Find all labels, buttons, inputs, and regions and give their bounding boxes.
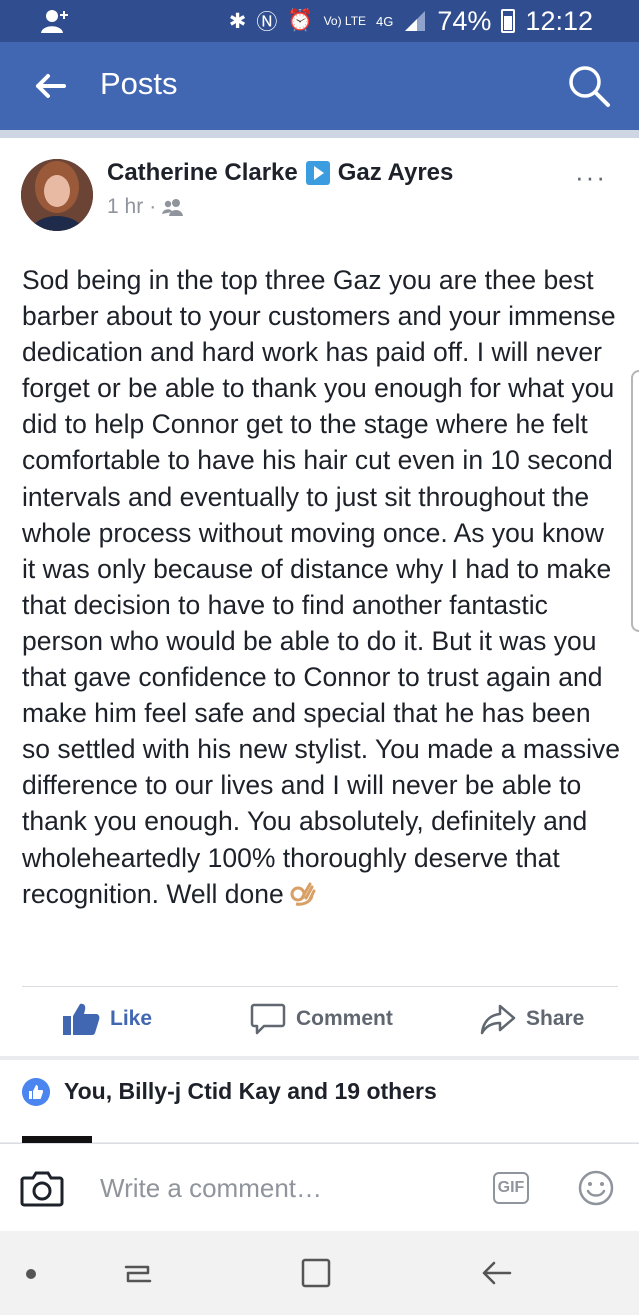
post-text: Sod being in the top three Gaz you are t… (22, 262, 622, 912)
page-title: Posts (100, 66, 178, 101)
home-icon[interactable] (300, 1257, 332, 1289)
search-icon[interactable] (565, 62, 613, 110)
more-options-button[interactable]: ··· (575, 162, 607, 193)
like-button[interactable]: Like (62, 1002, 152, 1036)
share-button[interactable]: Share (480, 1002, 584, 1036)
system-back-icon[interactable] (478, 1255, 514, 1291)
bluetooth-icon: ✱ (228, 9, 247, 33)
like-reaction-icon (22, 1078, 50, 1106)
friends-audience-icon (162, 199, 184, 216)
clock: 12:12 (525, 5, 593, 36)
like-label: Like (110, 1007, 153, 1030)
share-label: Share (526, 1007, 585, 1030)
battery-percent: 74% (437, 5, 492, 36)
back-arrow-icon[interactable] (28, 64, 72, 108)
volte-icon: Vo) LTE (323, 14, 367, 28)
add-user-icon (41, 10, 68, 33)
thumbs-up-icon (63, 1003, 100, 1035)
system-navigation-bar (0, 1231, 639, 1315)
edge-panel-handle[interactable] (631, 370, 639, 632)
recent-apps-icon[interactable] (120, 1255, 156, 1291)
avatar[interactable] (21, 159, 93, 231)
camera-icon[interactable] (20, 1168, 64, 1208)
app-header: Posts (0, 42, 639, 130)
signal-icon (405, 11, 426, 31)
assistant-dot-icon[interactable] (26, 1269, 36, 1279)
comment-input[interactable] (100, 1168, 460, 1208)
recipient-name[interactable]: Gaz Ayres (338, 159, 454, 187)
alarm-icon: ⏰ (287, 9, 314, 32)
network-icon: 4G (376, 13, 394, 29)
status-icons: ✱ Ⓝ ⏰ Vo) LTE 4G 74% 12:12 (229, 0, 593, 42)
battery-icon (501, 9, 516, 33)
post-author-line: Catherine Clarke Gaz Ayres (107, 159, 453, 187)
post-meta: 1 hr · (107, 195, 184, 219)
reactions-row[interactable]: You, Billy-j Ctid Kay and 19 others (0, 1060, 639, 1144)
reactions-summary: You, Billy-j Ctid Kay and 19 others (64, 1078, 437, 1104)
actions-divider (22, 986, 618, 987)
meta-separator: · (149, 195, 157, 218)
comment-bubble-icon (250, 1003, 286, 1035)
feed-divider (0, 130, 639, 138)
post-card: Catherine Clarke Gaz Ayres 1 hr · ··· So… (0, 138, 639, 1056)
post-actions: Like Comment Share (0, 990, 639, 1052)
shared-to-icon (305, 161, 330, 185)
status-bar: ✱ Ⓝ ⏰ Vo) LTE 4G 74% 12:12 (0, 0, 639, 42)
nfc-icon: Ⓝ (256, 11, 278, 34)
comment-button[interactable]: Comment (250, 1002, 393, 1036)
comment-label: Comment (296, 1007, 393, 1030)
facebook-post-screen: ✱ Ⓝ ⏰ Vo) LTE 4G 74% 12:12 Posts Catheri… (0, 0, 639, 1315)
post-body-text: Sod being in the top three Gaz you are t… (22, 265, 621, 909)
profile-photo (21, 159, 93, 231)
smiley-icon[interactable] (578, 1170, 614, 1206)
gif-button[interactable]: GIF (493, 1172, 529, 1204)
comment-composer: GIF (0, 1143, 639, 1231)
author-name[interactable]: Catherine Clarke (107, 159, 298, 187)
post-time[interactable]: 1 hr (107, 195, 143, 219)
ok-hand-emoji-icon (290, 882, 316, 906)
share-arrow-icon (480, 1004, 516, 1035)
